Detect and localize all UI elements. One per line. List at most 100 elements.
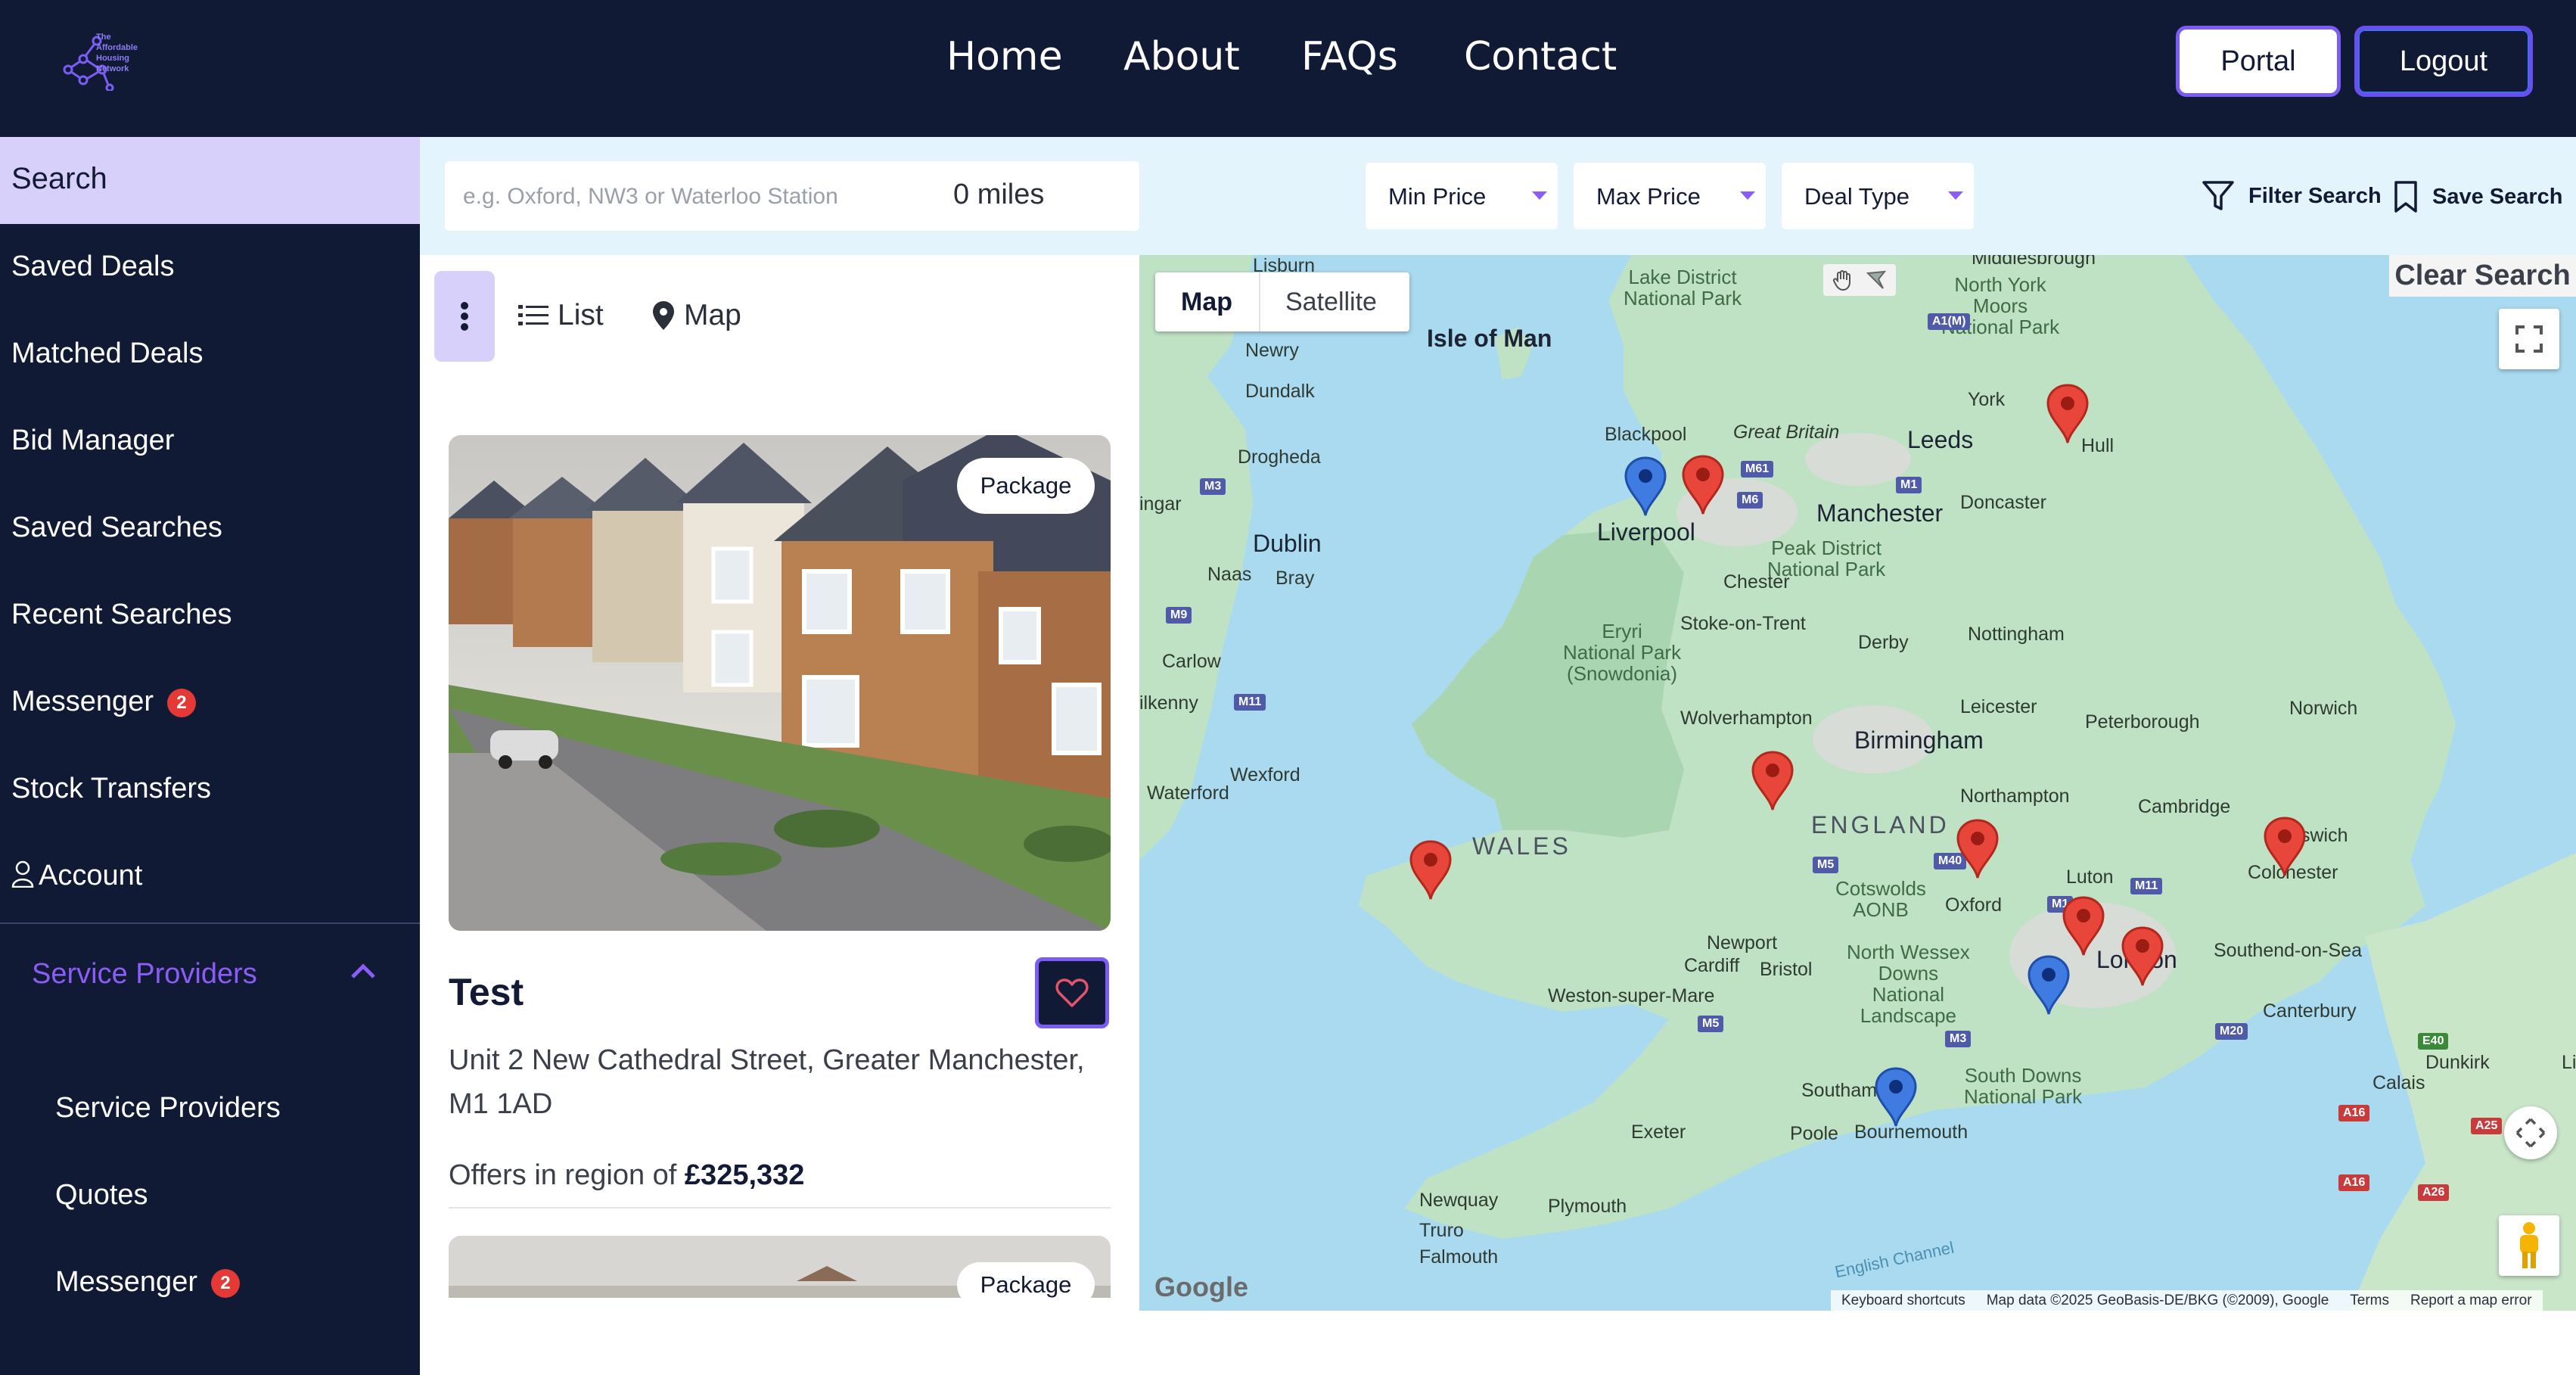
map-marker-blue[interactable] [2028,955,2070,1016]
dropdown-label: Min Price [1388,183,1487,210]
list-view-tab[interactable]: List [518,299,604,332]
sidebar-item-matched-deals[interactable]: Matched Deals [11,338,203,370]
map-label: Plymouth [1548,1196,1627,1217]
dropdown-label: Max Price [1596,183,1701,210]
road-shield: M61 [1741,461,1774,478]
map-marker-red[interactable] [1751,751,1794,811]
favorite-button[interactable] [1035,957,1109,1028]
map-label: Exeter [1631,1121,1686,1143]
logout-button[interactable]: Logout [2354,26,2533,97]
service-providers-toggle[interactable]: Service Providers [32,958,257,991]
map-type-satellite-button[interactable]: Satellite [1285,288,1377,317]
kebab-menu-icon [461,302,468,331]
map-draw-tools[interactable] [1823,264,1896,296]
sidebar-item-saved-deals[interactable]: Saved Deals [11,250,174,283]
map-pin-icon [653,301,674,330]
map-label: Birmingham [1854,726,1984,754]
map-label: Newry [1245,340,1299,361]
radius-select[interactable]: 0 miles [953,179,1044,211]
portal-button[interactable]: Portal [2176,26,2341,97]
package-badge: Package [957,1262,1095,1308]
price-prefix: Offers in region of [449,1159,677,1191]
map-label: Wexford [1230,764,1300,785]
sidebar-subitem-service-providers[interactable]: Service Providers [55,1092,281,1125]
listing-title[interactable]: Test [449,970,524,1014]
keyboard-shortcuts-link[interactable]: Keyboard shortcuts [1841,1293,1965,1309]
map-label: York [1968,389,2006,410]
hand-icon[interactable] [1832,269,1854,291]
google-logo[interactable]: Google [1154,1271,1248,1303]
map-pan-control[interactable] [2504,1106,2557,1159]
fullscreen-button[interactable] [2499,309,2559,369]
sidebar-item-label: Account [39,860,143,891]
logo-line: Affordable [96,43,138,52]
caret-down-icon [1532,191,1547,200]
filter-icon [2202,181,2234,210]
map-view-tab[interactable]: Map [652,299,741,332]
shape-icon[interactable] [1865,269,1888,291]
map-marker-red[interactable] [2046,384,2089,444]
street-view-button[interactable] [2499,1215,2559,1276]
map-label: South Downs National Park [1964,1064,2083,1108]
road-shield: M20 [2215,1023,2248,1040]
sidebar-item-bid-manager[interactable]: Bid Manager [11,425,174,457]
map-marker-red[interactable] [1409,840,1452,901]
logo-line: The [96,33,111,42]
max-price-dropdown[interactable]: Max Price [1574,163,1766,229]
deal-type-dropdown[interactable]: Deal Type [1782,163,1974,229]
map-marker-red[interactable] [1956,819,1999,879]
min-price-dropdown[interactable]: Min Price [1366,163,1558,229]
sidebar-subitem-quotes[interactable]: Quotes [55,1179,148,1212]
map-label: Middlesbrough [1972,255,2096,269]
map-marker-red[interactable] [2121,926,2164,987]
map-view-label: Map [684,299,741,331]
road-shield: M3 [1945,1031,1972,1047]
map-label: Lake District National Park [1624,266,1742,310]
filter-search-button[interactable]: Filter Search [2202,180,2382,212]
caret-down-icon [1948,191,1963,200]
map-type-map-button[interactable]: Map [1181,288,1232,317]
map-label: WALES [1472,832,1571,860]
map-label: Norwich [2289,698,2358,719]
map-marker-blue[interactable] [1624,456,1667,517]
filter-search-label: Filter Search [2248,183,2382,208]
nav-about-link[interactable]: About [1123,34,1240,79]
sidebar: Search Saved Deals Matched Deals Bid Man… [0,137,420,1375]
map-type-divider [1259,272,1260,331]
sidebar-item-search[interactable]: Search [0,137,420,224]
map-label: ingar [1139,493,1182,515]
map-label: Liverpool [1597,518,1695,546]
nav-contact-link[interactable]: Contact [1464,34,1617,79]
nav-faqs-link[interactable]: FAQs [1301,34,1398,79]
clear-search-button[interactable]: Clear Search [2389,255,2576,297]
map-label: Stoke-on-Trent [1680,613,1806,634]
map-type-control: Map Satellite [1155,272,1409,331]
pan-arrows-icon [2515,1118,2546,1148]
map-label: Isle of Man [1427,325,1552,352]
road-shield: A1(M) [1928,313,1971,330]
road-shield: M5 [1813,857,1839,873]
sidebar-item-stock-transfers[interactable]: Stock Transfers [11,773,211,805]
map-label: Leicester [1960,696,2037,717]
save-search-button[interactable]: Save Search [2393,180,2563,213]
report-error-link[interactable]: Report a map error [2410,1293,2532,1309]
map[interactable]: Middlesbrough Lake District National Par… [1139,255,2576,1311]
chevron-up-icon[interactable] [348,962,378,980]
map-label: Dundalk [1245,381,1315,402]
terms-link[interactable]: Terms [2350,1293,2389,1309]
map-marker-red[interactable] [2264,817,2306,877]
sidebar-item-messenger[interactable]: Messenger 2 [11,686,196,718]
logo-text: The Affordable Housing Network [96,32,138,74]
map-marker-red[interactable] [1682,455,1724,515]
sidebar-item-saved-searches[interactable]: Saved Searches [11,512,222,544]
map-label: Weston-super-Mare [1548,985,1715,1006]
sidebar-subitem-messenger[interactable]: Messenger 2 [55,1266,240,1299]
map-marker-red[interactable] [2062,896,2105,957]
map-marker-blue[interactable] [1875,1067,1917,1128]
map-label: Peterborough [2085,711,2200,733]
sidebar-item-account[interactable]: Account [11,860,142,892]
nav-home-link[interactable]: Home [946,34,1063,79]
sidebar-item-recent-searches[interactable]: Recent Searches [11,599,232,631]
road-shield: A16 [2338,1105,2370,1121]
map-label: Canterbury [2263,1000,2357,1022]
